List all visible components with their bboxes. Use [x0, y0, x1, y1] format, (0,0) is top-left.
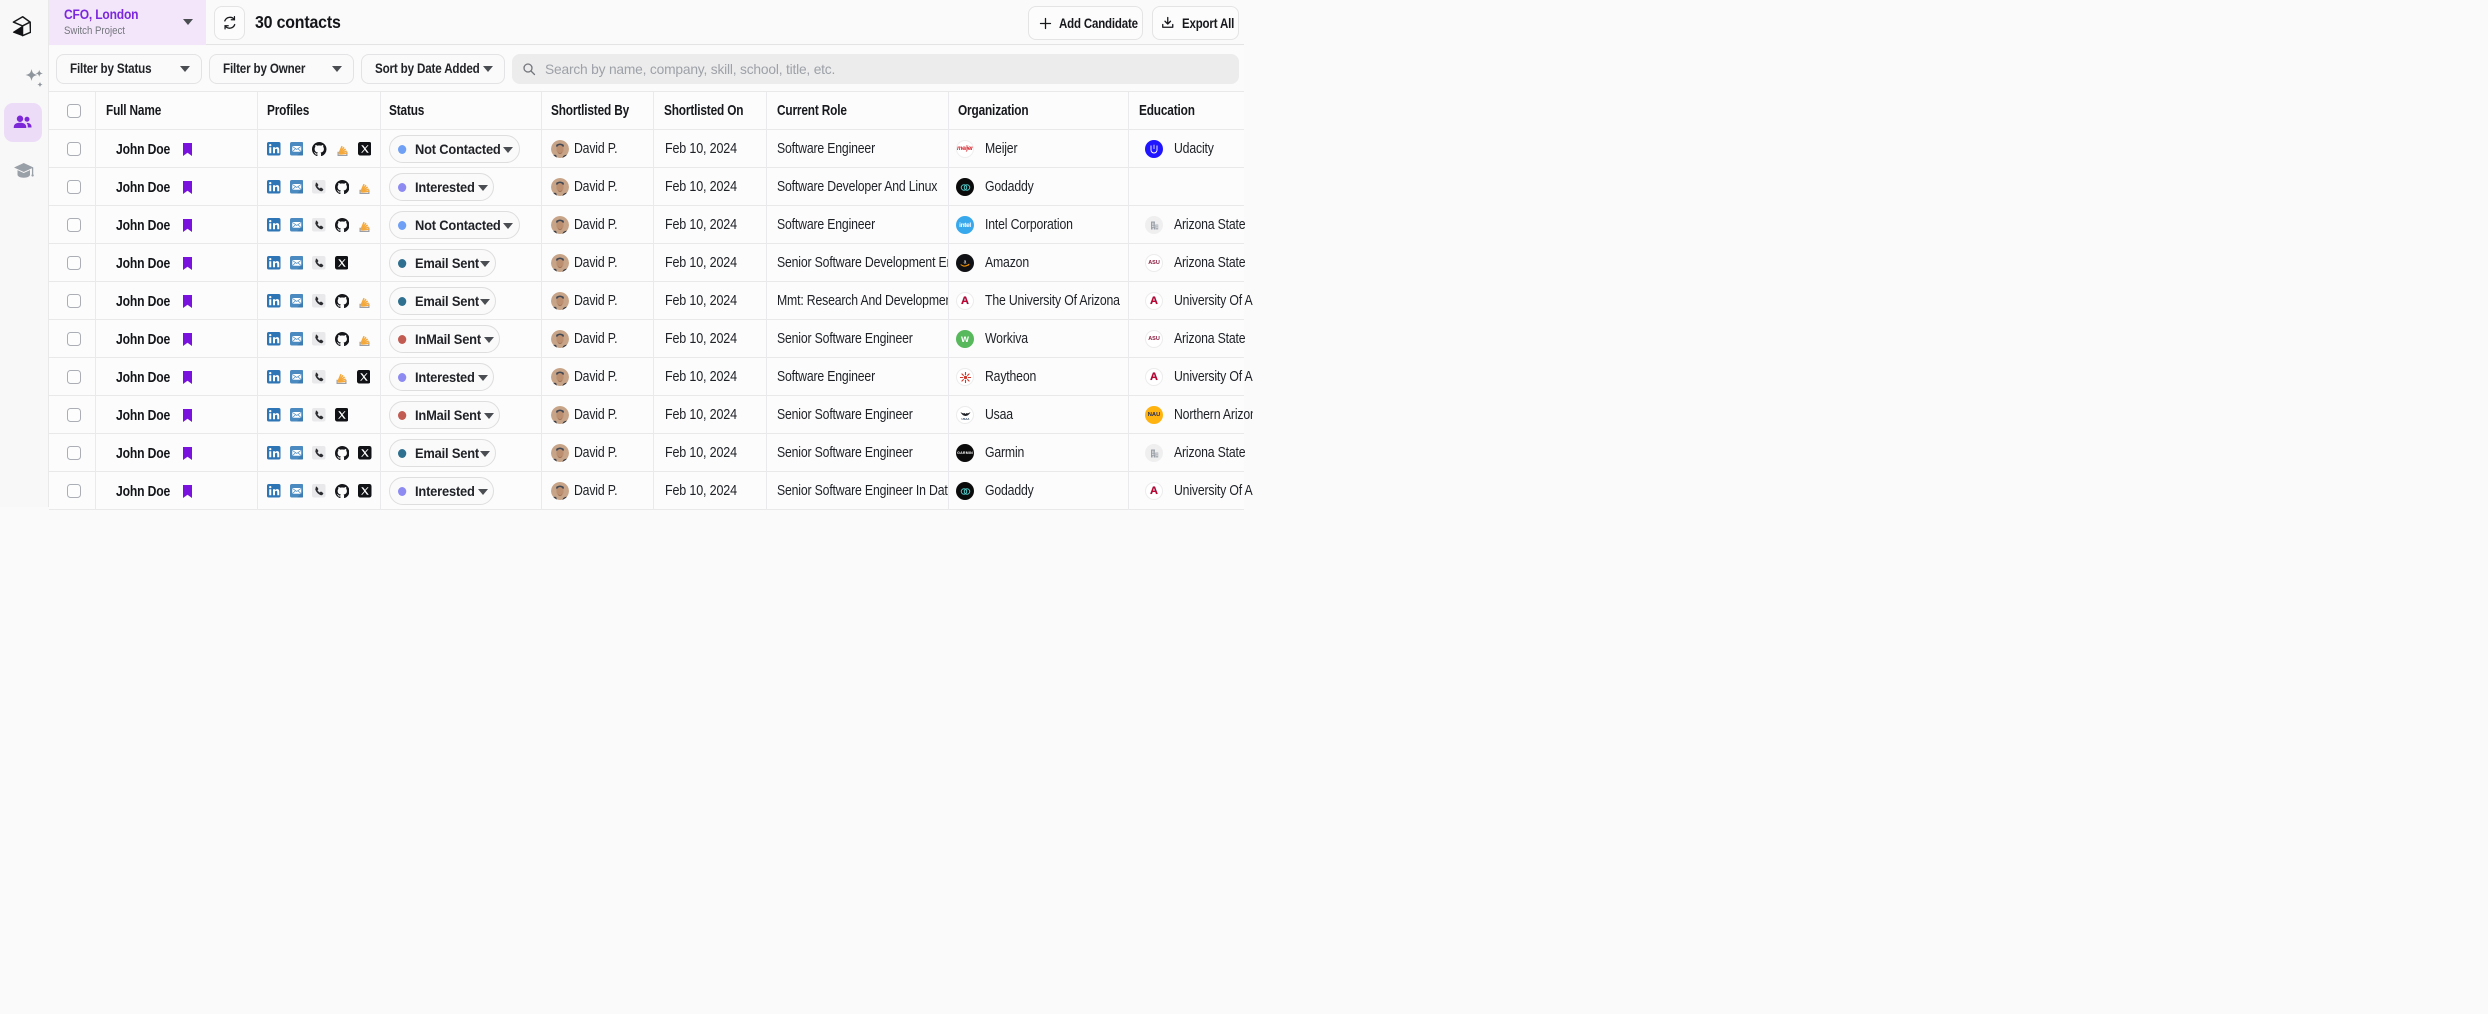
svg-text:USAA: USAA	[961, 416, 969, 420]
svg-text:a: a	[964, 259, 967, 265]
